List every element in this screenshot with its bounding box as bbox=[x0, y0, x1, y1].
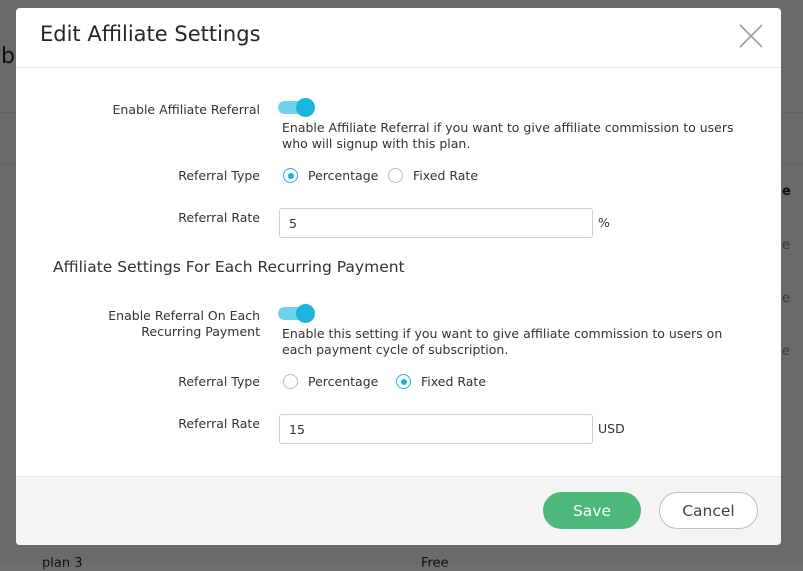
radio-label: Percentage bbox=[308, 374, 379, 389]
referral-type-percentage-radio[interactable]: Percentage bbox=[283, 168, 378, 183]
referral-rate-label: Referral Rate bbox=[178, 210, 260, 225]
recurring-referral-rate-label: Referral Rate bbox=[178, 416, 260, 431]
close-icon[interactable] bbox=[737, 22, 765, 50]
cancel-button[interactable]: Cancel bbox=[659, 492, 758, 529]
enable-referral-recurring-toggle[interactable] bbox=[278, 304, 316, 323]
referral-rate-unit: % bbox=[598, 215, 610, 230]
enable-affiliate-referral-label: Enable Affiliate Referral bbox=[112, 102, 260, 117]
radio-label: Percentage bbox=[308, 168, 379, 183]
save-button[interactable]: Save bbox=[543, 492, 641, 529]
recurring-referral-help-text: Enable this setting if you want to give … bbox=[282, 326, 723, 357]
modal-footer: Save Cancel bbox=[16, 476, 781, 545]
recurring-section-heading: Affiliate Settings For Each Recurring Pa… bbox=[53, 258, 405, 276]
radio-selected-indicator bbox=[283, 168, 298, 183]
modal-header: Edit Affiliate Settings bbox=[16, 8, 781, 68]
recurring-referral-rate-unit: USD bbox=[598, 421, 625, 436]
recurring-type-fixed-rate-radio[interactable]: Fixed Rate bbox=[396, 374, 486, 389]
affiliate-referral-help-text: Enable Affiliate Referral if you want to… bbox=[282, 120, 734, 151]
radio-indicator bbox=[388, 168, 403, 183]
recurring-type-percentage-radio[interactable]: Percentage bbox=[283, 374, 378, 389]
recurring-referral-type-label: Referral Type bbox=[178, 374, 260, 389]
toggle-knob bbox=[296, 304, 315, 323]
radio-label: Fixed Rate bbox=[413, 168, 479, 183]
radio-selected-indicator bbox=[396, 374, 411, 389]
toggle-knob bbox=[296, 98, 315, 117]
referral-type-fixed-rate-radio[interactable]: Fixed Rate bbox=[388, 168, 478, 183]
modal-title: Edit Affiliate Settings bbox=[40, 22, 261, 46]
edit-affiliate-settings-modal: Edit Affiliate Settings Enable Affiliate… bbox=[16, 8, 781, 545]
recurring-referral-rate-input[interactable] bbox=[279, 414, 593, 444]
radio-indicator bbox=[283, 374, 298, 389]
radio-label: Fixed Rate bbox=[421, 374, 487, 389]
enable-affiliate-referral-toggle[interactable] bbox=[278, 98, 316, 117]
enable-referral-recurring-label: Enable Referral On Each Recurring Paymen… bbox=[108, 308, 260, 339]
referral-type-label: Referral Type bbox=[178, 168, 260, 183]
referral-rate-input[interactable] bbox=[279, 208, 593, 238]
